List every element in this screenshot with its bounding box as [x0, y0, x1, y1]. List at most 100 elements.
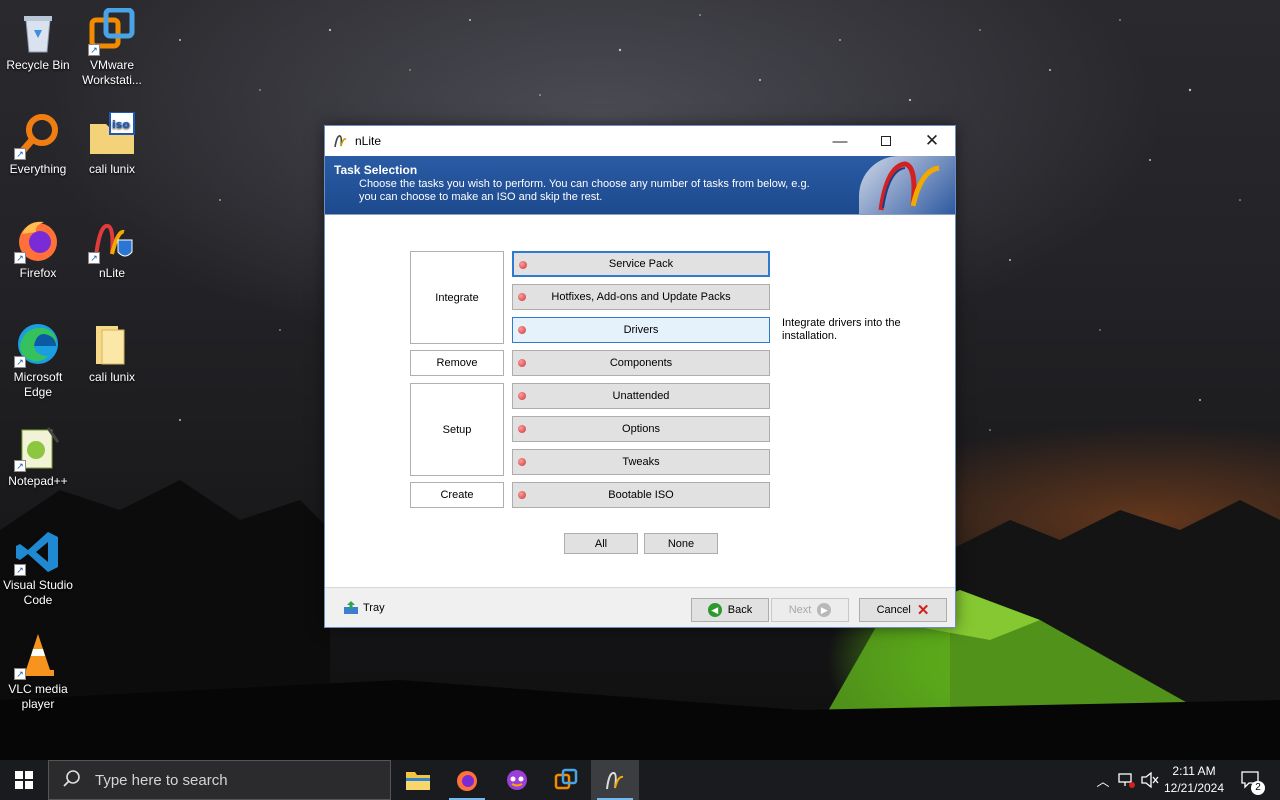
- maximize-icon: [881, 136, 891, 146]
- category-integrate: Integrate: [410, 251, 504, 344]
- shortcut-arrow-icon: ↗: [14, 252, 26, 264]
- nlite-icon: ↗: [88, 216, 136, 264]
- title-bar[interactable]: nLite — ✕: [325, 126, 955, 156]
- chevron-up-icon: ︿: [1096, 773, 1110, 789]
- taskbar-vmware[interactable]: [542, 760, 590, 800]
- desktop-icon-vmware[interactable]: ↗ VMware Workstati...: [74, 7, 150, 88]
- taskbar-nlite[interactable]: [591, 760, 639, 800]
- desktop-icon-label: VLC media player: [8, 682, 68, 711]
- status-dot-icon: [518, 425, 526, 433]
- cancel-button[interactable]: Cancel ✕: [859, 598, 947, 622]
- status-dot-icon: [518, 392, 526, 400]
- start-button[interactable]: [0, 760, 48, 800]
- task-service-pack-button[interactable]: Service Pack: [512, 251, 770, 277]
- nlite-logo: [859, 156, 955, 214]
- category-setup: Setup: [410, 383, 504, 476]
- close-button[interactable]: ✕: [909, 126, 955, 156]
- page-title: Task Selection: [334, 163, 418, 177]
- task-hint-text: Integrate drivers into the installation.: [782, 317, 901, 342]
- search-placeholder: Type here to search: [95, 771, 228, 789]
- clock-time: 2:11 AM: [1172, 764, 1216, 778]
- vmware-icon: ↗: [88, 7, 136, 56]
- vmware-icon: [554, 768, 578, 790]
- status-dot-icon: [518, 359, 526, 367]
- notepad-plus-plus-icon: ↗: [14, 424, 62, 472]
- task-options-button[interactable]: Options: [512, 416, 770, 442]
- nlite-app-icon: [334, 135, 347, 148]
- network-status[interactable]: [1116, 760, 1136, 800]
- wizard-footer: Tray ◀ Back Next ▶ Cancel ✕: [325, 587, 955, 627]
- minimize-button[interactable]: —: [817, 126, 863, 156]
- desktop-icon-nlite[interactable]: ↗ nLite: [74, 216, 150, 281]
- iso-folder-icon: iso: [88, 111, 136, 160]
- cancel-x-icon: ✕: [916, 602, 930, 619]
- shortcut-arrow-icon: ↗: [88, 252, 100, 264]
- desktop-icon-label: VMware Workstati...: [82, 58, 142, 87]
- close-icon: ✕: [924, 131, 940, 150]
- desktop-icon-label: cali lunix: [88, 162, 136, 176]
- task-bootable-iso-button[interactable]: Bootable ISO: [512, 482, 770, 508]
- desktop-icon-vscode[interactable]: ↗ Visual Studio Code: [0, 528, 76, 608]
- status-dot-icon: [518, 491, 526, 499]
- shortcut-arrow-icon: ↗: [88, 44, 100, 56]
- desktop-icon-everything[interactable]: ↗ Everything: [0, 112, 76, 177]
- minimize-icon: —: [832, 132, 848, 150]
- show-hidden-icons-button[interactable]: ︿: [1094, 760, 1112, 800]
- desktop-icon-cali-lunix-folder[interactable]: cali lunix: [74, 320, 150, 385]
- desktop-icon-recycle-bin[interactable]: Recycle Bin: [0, 8, 76, 73]
- taskbar: Type here to search: [0, 760, 1280, 800]
- next-button[interactable]: Next ▶: [771, 598, 849, 622]
- status-dot-icon: [518, 293, 526, 301]
- status-dot-icon: [519, 261, 527, 269]
- maximize-button[interactable]: [863, 126, 909, 156]
- task-components-button[interactable]: Components: [512, 350, 770, 376]
- task-tweaks-button[interactable]: Tweaks: [512, 449, 770, 475]
- notification-center-button[interactable]: 2: [1236, 760, 1266, 800]
- network-disconnected-icon: [1118, 773, 1135, 788]
- desktop-icon-label: Everything: [9, 162, 67, 176]
- desktop-icon-notepadpp[interactable]: ↗ Notepad++: [0, 424, 76, 489]
- back-arrow-icon: ◀: [707, 603, 722, 617]
- desktop-icon-label: cali lunix: [88, 370, 136, 384]
- wizard-header: Task Selection Choose the tasks you wish…: [325, 156, 955, 215]
- back-button[interactable]: ◀ Back: [691, 598, 769, 622]
- recycle-bin-icon: [14, 8, 62, 56]
- next-arrow-icon: ▶: [817, 603, 832, 617]
- everything-search-icon: ↗: [14, 112, 62, 160]
- desktop-icon-edge[interactable]: ↗ Microsoft Edge: [0, 320, 76, 400]
- taskbar-file-explorer[interactable]: [394, 760, 442, 800]
- tray-icon: [344, 601, 358, 614]
- desktop-icon-cali-lunix-iso[interactable]: iso cali lunix: [74, 111, 150, 177]
- nlite-icon: [606, 771, 624, 790]
- shortcut-arrow-icon: ↗: [14, 564, 26, 576]
- taskbar-firefox[interactable]: [443, 760, 491, 800]
- category-create: Create: [410, 482, 504, 508]
- file-explorer-icon: [406, 772, 430, 790]
- status-dot-icon: [518, 458, 526, 466]
- vlc-cone-icon: ↗: [14, 632, 62, 680]
- firefox-icon: ↗: [14, 216, 62, 264]
- taskbar-search-box[interactable]: Type here to search: [48, 760, 391, 800]
- desktop-icon-vlc[interactable]: ↗ VLC media player: [0, 632, 76, 712]
- desktop-icon-label: Notepad++: [8, 474, 68, 488]
- task-unattended-button[interactable]: Unattended: [512, 383, 770, 409]
- desktop-icon-firefox[interactable]: ↗ Firefox: [0, 216, 76, 281]
- volume-control[interactable]: [1140, 760, 1160, 800]
- tray-button[interactable]: Tray: [343, 601, 385, 615]
- vscode-icon: ↗: [14, 528, 62, 576]
- select-none-button[interactable]: None: [644, 533, 718, 554]
- speaker-muted-icon: [1141, 772, 1159, 788]
- clock-date: 12/21/2024: [1163, 781, 1225, 795]
- shortcut-arrow-icon: ↗: [14, 668, 26, 680]
- task-hotfixes-button[interactable]: Hotfixes, Add-ons and Update Packs: [512, 284, 770, 310]
- taskbar-clock[interactable]: 2:11 AM 12/21/2024: [1162, 763, 1226, 797]
- notification-count-badge: 2: [1251, 781, 1265, 795]
- shortcut-arrow-icon: ↗: [14, 148, 26, 160]
- category-remove: Remove: [410, 350, 504, 376]
- windows-logo-icon: [15, 771, 33, 789]
- select-all-button[interactable]: All: [564, 533, 638, 554]
- taskbar-app-purple[interactable]: [493, 760, 541, 800]
- status-dot-icon: [518, 326, 526, 334]
- task-drivers-button[interactable]: Drivers: [512, 317, 770, 343]
- task-selection-panel: Integrate Remove Setup Create Service Pa…: [325, 215, 955, 587]
